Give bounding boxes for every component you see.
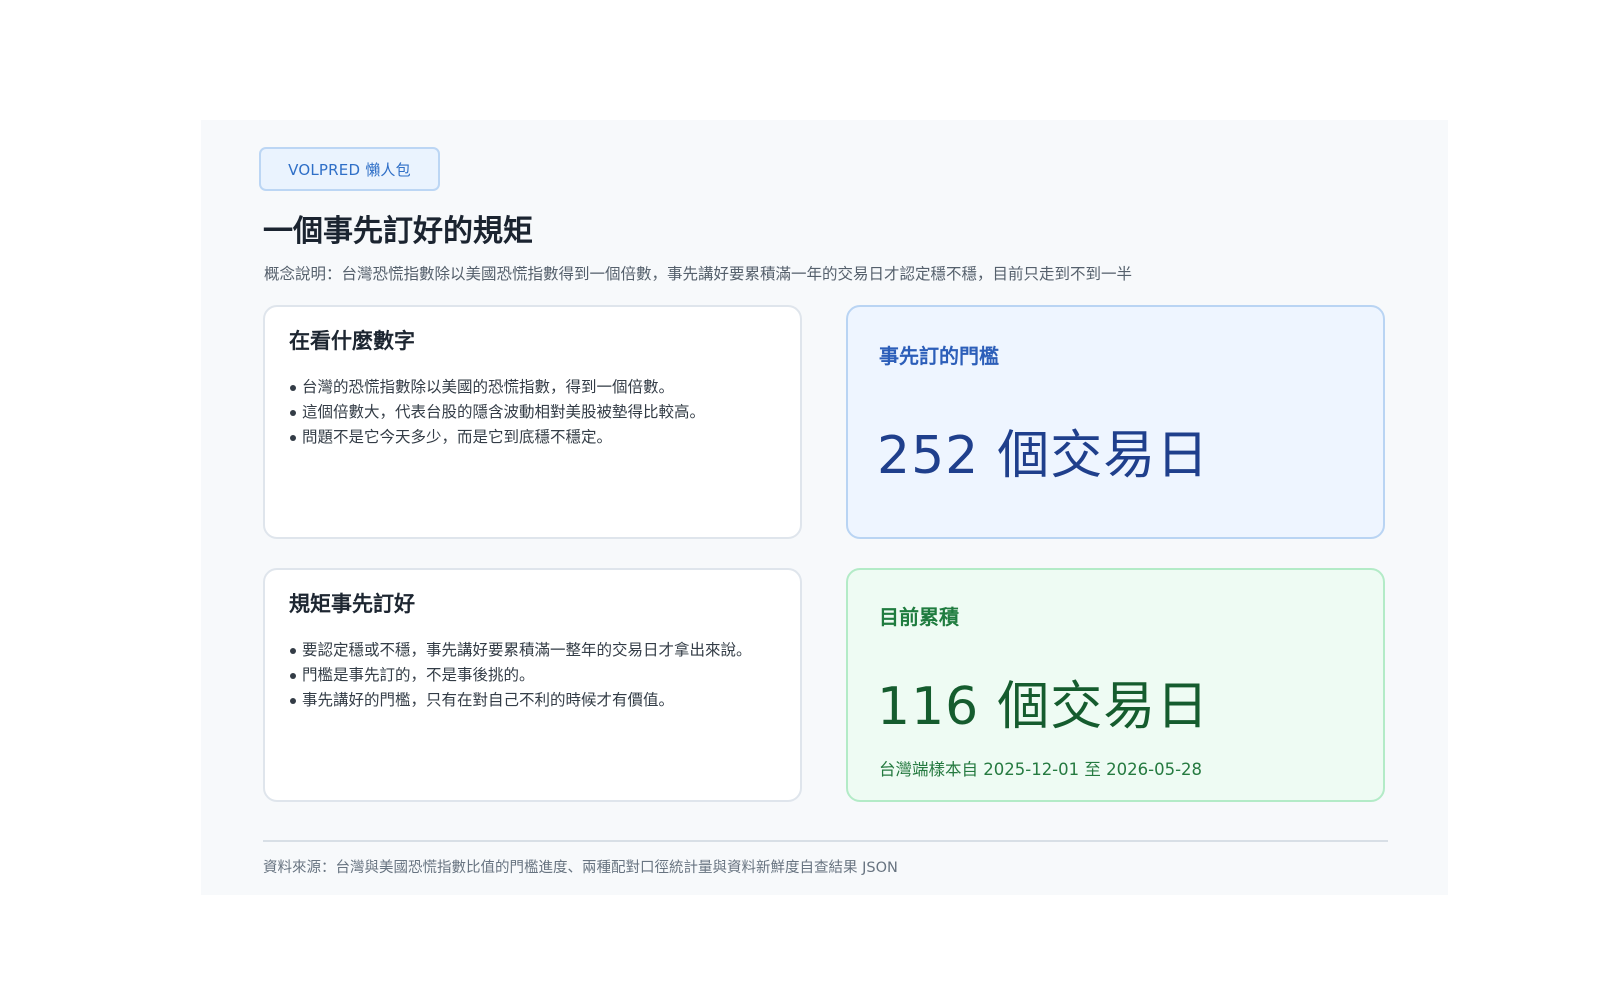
list-item: 問題不是它今天多少，而是它到底穩不穩定。	[289, 425, 705, 450]
card-threshold: 事先訂的門檻 252 個交易日	[846, 305, 1385, 539]
explainer-panel: VOLPRED 懶人包 一個事先訂好的規矩 概念說明：台灣恐慌指數除以美國恐慌指…	[201, 120, 1448, 895]
source-note: 資料來源：台灣與美國恐慌指數比值的門檻進度、兩種配對口徑統計量與資料新鮮度自查結…	[263, 860, 898, 876]
list-item: 要認定穩或不穩，事先講好要累積滿一整年的交易日才拿出來說。	[289, 638, 752, 663]
card-title: 在看什麼數字	[289, 329, 415, 353]
card-what-number: 在看什麼數字 台灣的恐慌指數除以美國的恐慌指數，得到一個倍數。 這個倍數大，代表…	[263, 305, 802, 539]
list-item: 這個倍數大，代表台股的隱含波動相對美股被墊得比較高。	[289, 400, 705, 425]
current-number: 116	[877, 677, 980, 737]
current-label: 目前累積	[879, 605, 959, 629]
sample-range: 台灣端樣本自 2025-12-01 至 2026-05-28	[879, 760, 1203, 779]
badge: VOLPRED 懶人包	[259, 147, 440, 191]
divider	[263, 840, 1388, 842]
threshold-number: 252	[877, 426, 980, 486]
bullet-list: 台灣的恐慌指數除以美國的恐慌指數，得到一個倍數。 這個倍數大，代表台股的隱含波動…	[289, 375, 705, 450]
card-rule: 規矩事先訂好 要認定穩或不穩，事先講好要累積滿一整年的交易日才拿出來說。 門檻是…	[263, 568, 802, 802]
page-title: 一個事先訂好的規矩	[263, 214, 533, 249]
current-value: 116 個交易日	[877, 664, 1209, 739]
current-unit: 個交易日	[997, 677, 1210, 737]
concept-description: 概念說明：台灣恐慌指數除以美國恐慌指數得到一個倍數，事先講好要累積滿一年的交易日…	[264, 265, 1133, 283]
list-item: 事先講好的門檻，只有在對自己不利的時候才有價值。	[289, 688, 752, 713]
threshold-unit: 個交易日	[997, 426, 1210, 486]
threshold-value: 252 個交易日	[877, 413, 1209, 488]
list-item: 門檻是事先訂的，不是事後挑的。	[289, 663, 752, 688]
list-item: 台灣的恐慌指數除以美國的恐慌指數，得到一個倍數。	[289, 375, 705, 400]
card-title: 規矩事先訂好	[289, 592, 415, 616]
threshold-label: 事先訂的門檻	[879, 344, 999, 368]
bullet-list: 要認定穩或不穩，事先講好要累積滿一整年的交易日才拿出來說。 門檻是事先訂的，不是…	[289, 638, 752, 713]
card-current: 目前累積 116 個交易日 台灣端樣本自 2025-12-01 至 2026-05…	[846, 568, 1385, 802]
